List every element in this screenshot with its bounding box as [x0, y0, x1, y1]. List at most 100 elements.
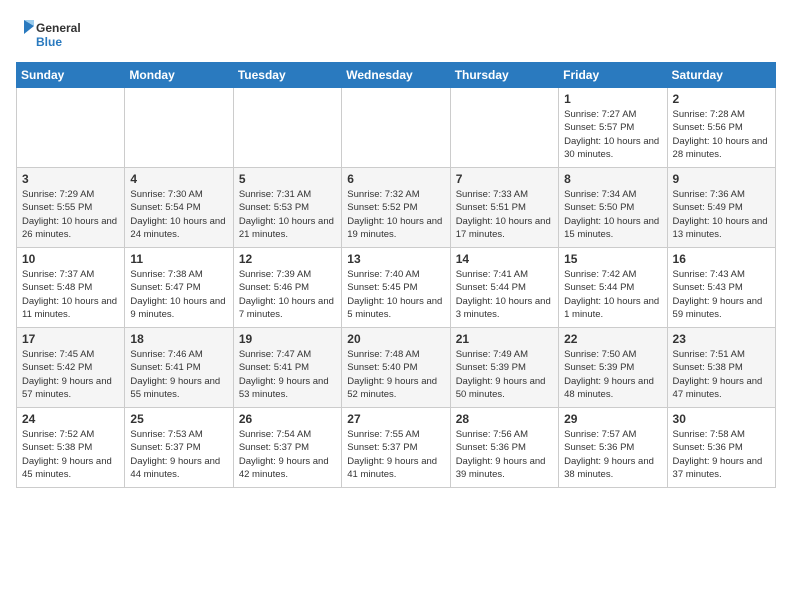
header-monday: Monday: [125, 63, 233, 88]
calendar-cell: 13 Sunrise: 7:40 AM Sunset: 5:45 PM Dayli…: [342, 248, 450, 328]
svg-text:General: General: [36, 21, 81, 35]
calendar-cell: 24 Sunrise: 7:52 AM Sunset: 5:38 PM Dayli…: [17, 408, 125, 488]
calendar-cell: 1 Sunrise: 7:27 AM Sunset: 5:57 PM Daylig…: [559, 88, 667, 168]
cell-content: Sunrise: 7:54 AM Sunset: 5:37 PM Dayligh…: [239, 428, 336, 481]
calendar-cell: 27 Sunrise: 7:55 AM Sunset: 5:37 PM Dayli…: [342, 408, 450, 488]
day-number: 18: [130, 332, 227, 346]
cell-content: Sunrise: 7:46 AM Sunset: 5:41 PM Dayligh…: [130, 348, 227, 401]
calendar-cell: 23Sunrise: 7:51 AM Sunset: 5:38 PM Dayli…: [667, 328, 775, 408]
day-number: 5: [239, 172, 336, 186]
day-number: 9: [673, 172, 770, 186]
calendar-cell: [342, 88, 450, 168]
page-header: General Blue: [16, 16, 776, 54]
calendar-cell: 25Sunrise: 7:53 AM Sunset: 5:37 PM Dayli…: [125, 408, 233, 488]
header-tuesday: Tuesday: [233, 63, 341, 88]
day-number: 20: [347, 332, 444, 346]
day-number: 13: [347, 252, 444, 266]
calendar-cell: [450, 88, 558, 168]
day-number: 29: [564, 412, 661, 426]
cell-content: Sunrise: 7:40 AM Sunset: 5:45 PM Dayligh…: [347, 268, 444, 321]
cell-content: Sunrise: 7:48 AM Sunset: 5:40 PM Dayligh…: [347, 348, 444, 401]
day-number: 19: [239, 332, 336, 346]
calendar-cell: 12Sunrise: 7:39 AM Sunset: 5:46 PM Dayli…: [233, 248, 341, 328]
cell-content: Sunrise: 7:57 AM Sunset: 5:36 PM Dayligh…: [564, 428, 661, 481]
day-number: 1: [564, 92, 661, 106]
day-number: 27: [347, 412, 444, 426]
calendar-cell: 18 Sunrise: 7:46 AM Sunset: 5:41 PM Dayli…: [125, 328, 233, 408]
calendar-cell: 14 Sunrise: 7:41 AM Sunset: 5:44 PM Dayli…: [450, 248, 558, 328]
cell-content: Sunrise: 7:32 AM Sunset: 5:52 PM Dayligh…: [347, 188, 444, 241]
calendar-cell: 8Sunrise: 7:34 AM Sunset: 5:50 PM Daylig…: [559, 168, 667, 248]
day-number: 11: [130, 252, 227, 266]
calendar-cell: 9 Sunrise: 7:36 AM Sunset: 5:49 PM Daylig…: [667, 168, 775, 248]
day-number: 24: [22, 412, 119, 426]
cell-content: Sunrise: 7:56 AM Sunset: 5:36 PM Dayligh…: [456, 428, 553, 481]
cell-content: Sunrise: 7:36 AM Sunset: 5:49 PM Dayligh…: [673, 188, 770, 241]
day-number: 16: [673, 252, 770, 266]
calendar-row-3: 17 Sunrise: 7:45 AM Sunset: 5:42 PM Dayli…: [17, 328, 776, 408]
day-number: 7: [456, 172, 553, 186]
cell-content: Sunrise: 7:42 AM Sunset: 5:44 PM Dayligh…: [564, 268, 661, 321]
calendar-cell: 20 Sunrise: 7:48 AM Sunset: 5:40 PM Dayli…: [342, 328, 450, 408]
cell-content: Sunrise: 7:41 AM Sunset: 5:44 PM Dayligh…: [456, 268, 553, 321]
day-number: 8: [564, 172, 661, 186]
day-number: 3: [22, 172, 119, 186]
cell-content: Sunrise: 7:31 AM Sunset: 5:53 PM Dayligh…: [239, 188, 336, 241]
day-number: 10: [22, 252, 119, 266]
calendar-cell: 6 Sunrise: 7:32 AM Sunset: 5:52 PM Daylig…: [342, 168, 450, 248]
cell-content: Sunrise: 7:43 AM Sunset: 5:43 PM Dayligh…: [673, 268, 770, 321]
header-sunday: Sunday: [17, 63, 125, 88]
cell-content: Sunrise: 7:38 AM Sunset: 5:47 PM Dayligh…: [130, 268, 227, 321]
svg-text:Blue: Blue: [36, 35, 62, 49]
cell-content: Sunrise: 7:52 AM Sunset: 5:38 PM Dayligh…: [22, 428, 119, 481]
calendar-row-1: 3 Sunrise: 7:29 AM Sunset: 5:55 PM Daylig…: [17, 168, 776, 248]
cell-content: Sunrise: 7:45 AM Sunset: 5:42 PM Dayligh…: [22, 348, 119, 401]
calendar-cell: 4 Sunrise: 7:30 AM Sunset: 5:54 PM Daylig…: [125, 168, 233, 248]
calendar-cell: 26Sunrise: 7:54 AM Sunset: 5:37 PM Dayli…: [233, 408, 341, 488]
cell-content: Sunrise: 7:33 AM Sunset: 5:51 PM Dayligh…: [456, 188, 553, 241]
cell-content: Sunrise: 7:49 AM Sunset: 5:39 PM Dayligh…: [456, 348, 553, 401]
calendar-cell: 22 Sunrise: 7:50 AM Sunset: 5:39 PM Dayli…: [559, 328, 667, 408]
calendar-cell: 29 Sunrise: 7:57 AM Sunset: 5:36 PM Dayli…: [559, 408, 667, 488]
calendar-cell: 11 Sunrise: 7:38 AM Sunset: 5:47 PM Dayli…: [125, 248, 233, 328]
calendar-cell: [17, 88, 125, 168]
header-friday: Friday: [559, 63, 667, 88]
day-number: 6: [347, 172, 444, 186]
header-saturday: Saturday: [667, 63, 775, 88]
cell-content: Sunrise: 7:27 AM Sunset: 5:57 PM Dayligh…: [564, 108, 661, 161]
calendar-cell: 17 Sunrise: 7:45 AM Sunset: 5:42 PM Dayli…: [17, 328, 125, 408]
cell-content: Sunrise: 7:29 AM Sunset: 5:55 PM Dayligh…: [22, 188, 119, 241]
header-wednesday: Wednesday: [342, 63, 450, 88]
calendar-table: SundayMondayTuesdayWednesdayThursdayFrid…: [16, 62, 776, 488]
calendar-cell: 28Sunrise: 7:56 AM Sunset: 5:36 PM Dayli…: [450, 408, 558, 488]
day-number: 23: [673, 332, 770, 346]
day-number: 30: [673, 412, 770, 426]
logo: General Blue: [16, 16, 86, 54]
cell-content: Sunrise: 7:47 AM Sunset: 5:41 PM Dayligh…: [239, 348, 336, 401]
logo-svg: General Blue: [16, 16, 86, 54]
cell-content: Sunrise: 7:50 AM Sunset: 5:39 PM Dayligh…: [564, 348, 661, 401]
cell-content: Sunrise: 7:28 AM Sunset: 5:56 PM Dayligh…: [673, 108, 770, 161]
day-number: 4: [130, 172, 227, 186]
day-number: 17: [22, 332, 119, 346]
calendar-cell: 30Sunrise: 7:58 AM Sunset: 5:36 PM Dayli…: [667, 408, 775, 488]
day-number: 14: [456, 252, 553, 266]
cell-content: Sunrise: 7:55 AM Sunset: 5:37 PM Dayligh…: [347, 428, 444, 481]
calendar-cell: 3 Sunrise: 7:29 AM Sunset: 5:55 PM Daylig…: [17, 168, 125, 248]
day-number: 21: [456, 332, 553, 346]
calendar-row-2: 10 Sunrise: 7:37 AM Sunset: 5:48 PM Dayli…: [17, 248, 776, 328]
calendar-cell: [233, 88, 341, 168]
cell-content: Sunrise: 7:53 AM Sunset: 5:37 PM Dayligh…: [130, 428, 227, 481]
calendar-cell: 2Sunrise: 7:28 AM Sunset: 5:56 PM Daylig…: [667, 88, 775, 168]
header-thursday: Thursday: [450, 63, 558, 88]
cell-content: Sunrise: 7:39 AM Sunset: 5:46 PM Dayligh…: [239, 268, 336, 321]
calendar-cell: 10 Sunrise: 7:37 AM Sunset: 5:48 PM Dayli…: [17, 248, 125, 328]
calendar-cell: [125, 88, 233, 168]
cell-content: Sunrise: 7:30 AM Sunset: 5:54 PM Dayligh…: [130, 188, 227, 241]
cell-content: Sunrise: 7:37 AM Sunset: 5:48 PM Dayligh…: [22, 268, 119, 321]
header-row: SundayMondayTuesdayWednesdayThursdayFrid…: [17, 63, 776, 88]
calendar-cell: 15 Sunrise: 7:42 AM Sunset: 5:44 PM Dayli…: [559, 248, 667, 328]
calendar-cell: 19 Sunrise: 7:47 AM Sunset: 5:41 PM Dayli…: [233, 328, 341, 408]
day-number: 15: [564, 252, 661, 266]
day-number: 22: [564, 332, 661, 346]
